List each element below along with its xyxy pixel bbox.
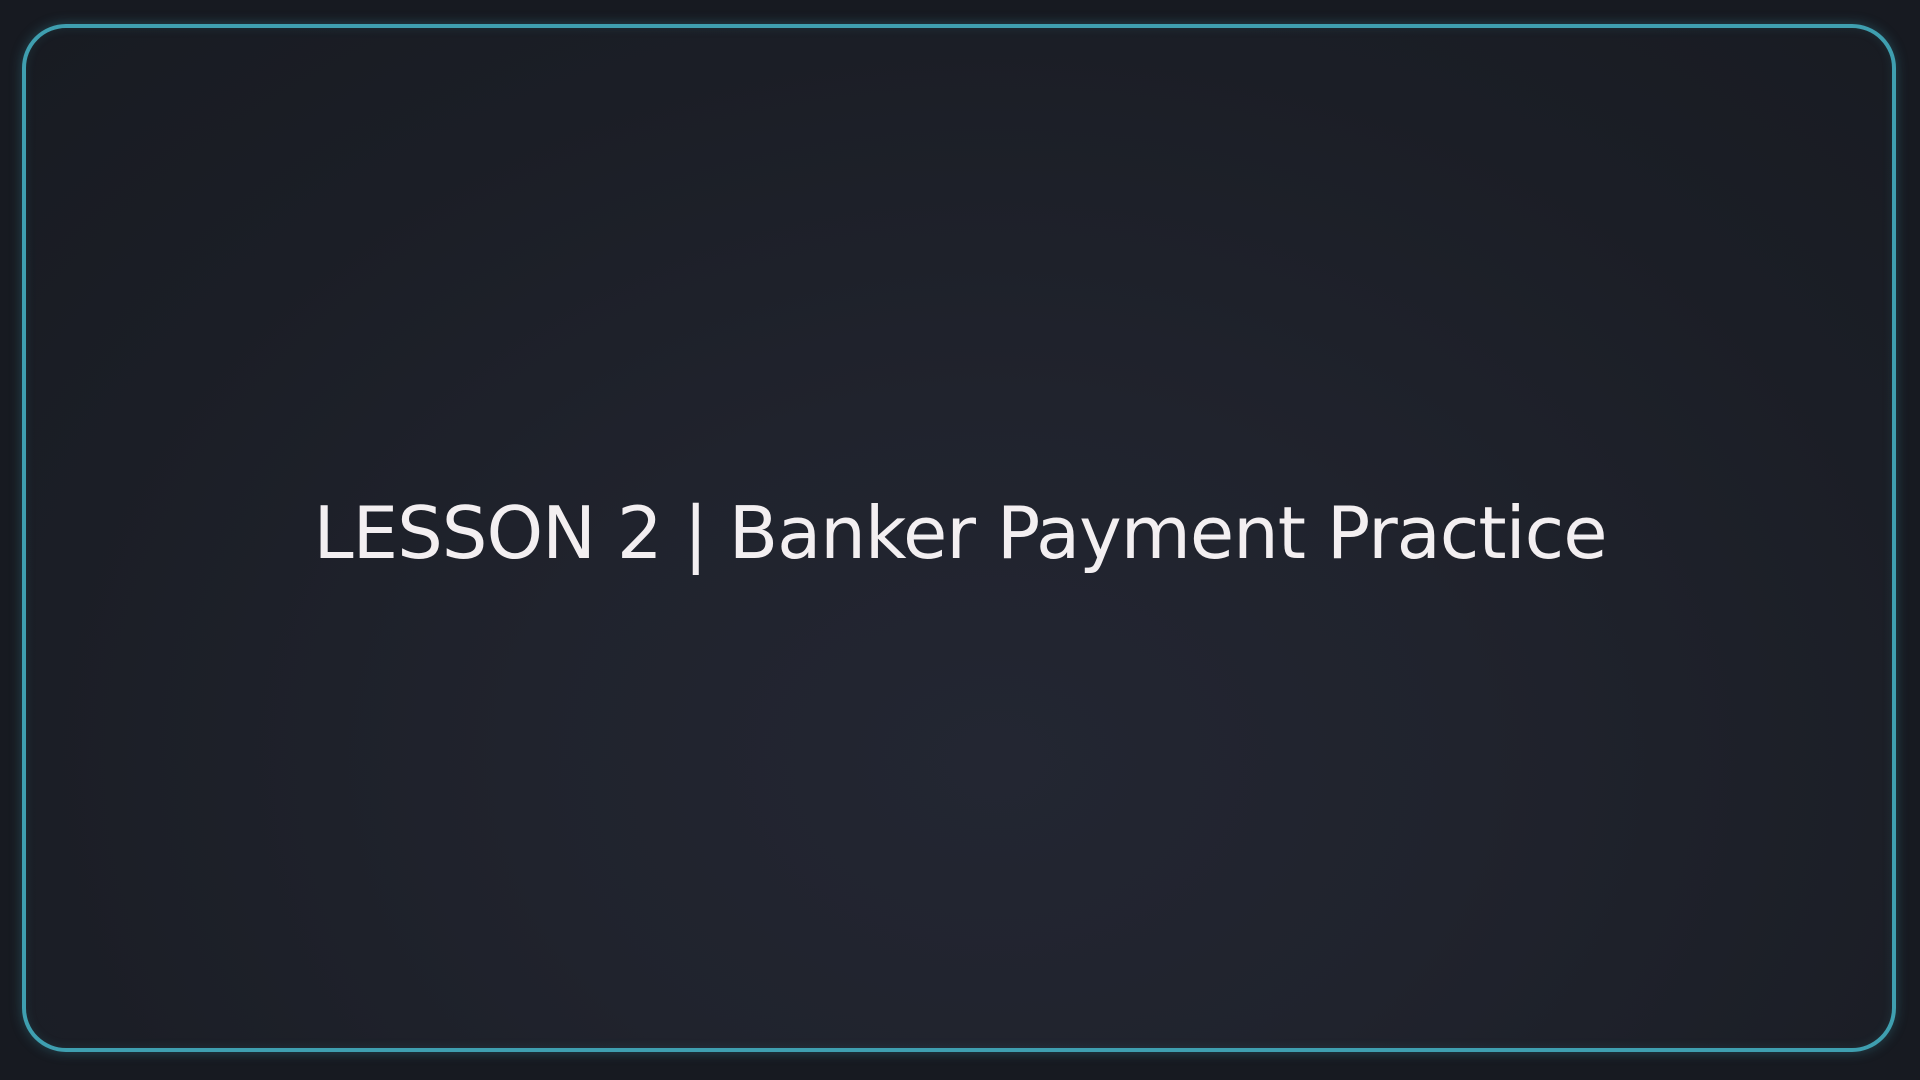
slide-canvas: LESSON 2 | Banker Payment Practice xyxy=(0,0,1920,1080)
slide-title: LESSON 2 | Banker Payment Practice xyxy=(313,491,1607,575)
